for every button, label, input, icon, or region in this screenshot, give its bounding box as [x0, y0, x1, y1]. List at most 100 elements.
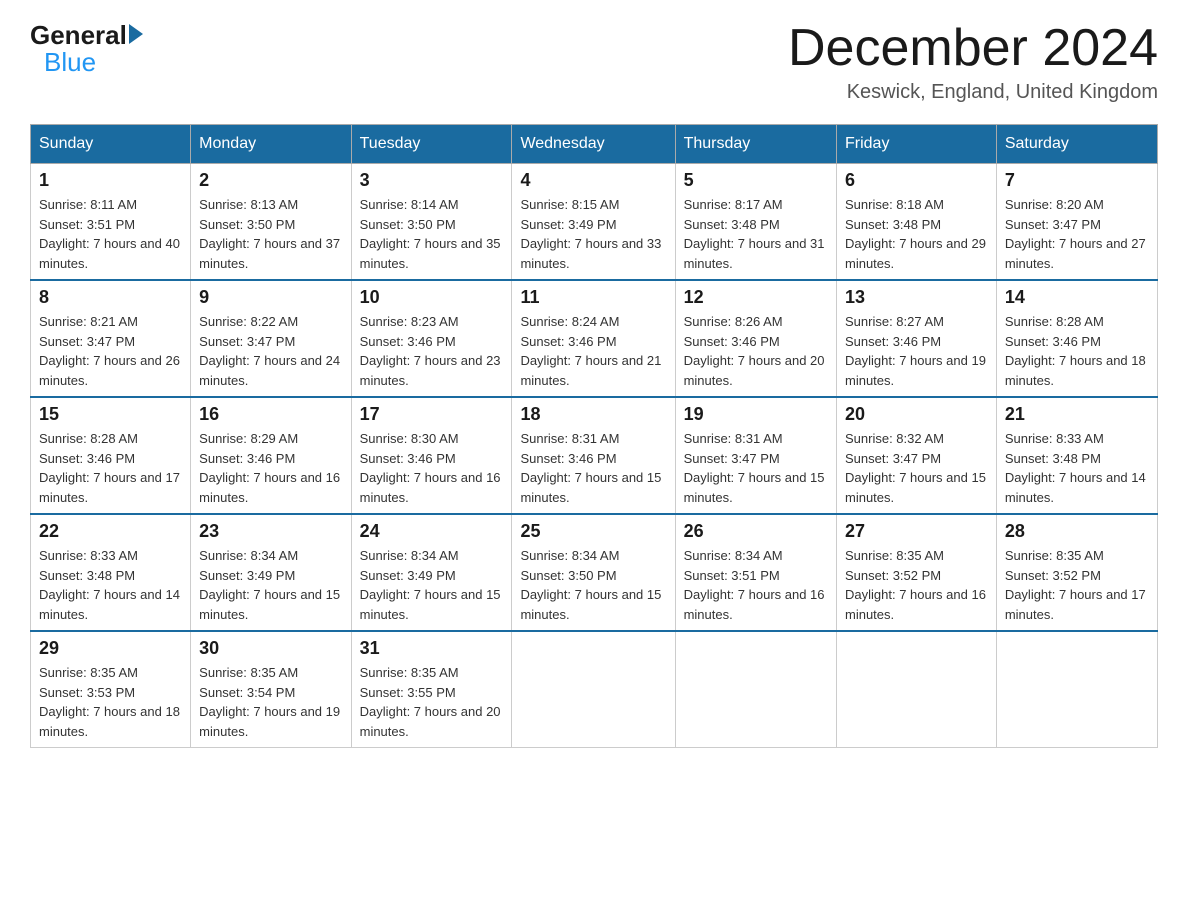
day-number: 31 [360, 638, 504, 659]
day-number: 14 [1005, 287, 1149, 308]
table-row: 23 Sunrise: 8:34 AMSunset: 3:49 PMDayligh… [191, 514, 351, 631]
day-info: Sunrise: 8:17 AMSunset: 3:48 PMDaylight:… [684, 195, 828, 273]
day-number: 4 [520, 170, 666, 191]
day-info: Sunrise: 8:35 AMSunset: 3:52 PMDaylight:… [1005, 546, 1149, 624]
day-number: 27 [845, 521, 988, 542]
table-row [996, 631, 1157, 748]
day-info: Sunrise: 8:30 AMSunset: 3:46 PMDaylight:… [360, 429, 504, 507]
header-wednesday: Wednesday [512, 125, 675, 164]
calendar-week-4: 22 Sunrise: 8:33 AMSunset: 3:48 PMDayligh… [31, 514, 1158, 631]
table-row: 11 Sunrise: 8:24 AMSunset: 3:46 PMDayligh… [512, 280, 675, 397]
table-row: 3 Sunrise: 8:14 AMSunset: 3:50 PMDaylight… [351, 164, 512, 281]
logo: General Blue [30, 20, 143, 78]
day-number: 19 [684, 404, 828, 425]
page-header: General Blue December 2024 Keswick, Engl… [30, 20, 1158, 104]
table-row: 6 Sunrise: 8:18 AMSunset: 3:48 PMDaylight… [837, 164, 997, 281]
day-info: Sunrise: 8:28 AMSunset: 3:46 PMDaylight:… [39, 429, 182, 507]
header-monday: Monday [191, 125, 351, 164]
day-info: Sunrise: 8:29 AMSunset: 3:46 PMDaylight:… [199, 429, 342, 507]
day-info: Sunrise: 8:34 AMSunset: 3:50 PMDaylight:… [520, 546, 666, 624]
day-info: Sunrise: 8:31 AMSunset: 3:47 PMDaylight:… [684, 429, 828, 507]
day-info: Sunrise: 8:35 AMSunset: 3:53 PMDaylight:… [39, 663, 182, 741]
day-info: Sunrise: 8:23 AMSunset: 3:46 PMDaylight:… [360, 312, 504, 390]
day-number: 18 [520, 404, 666, 425]
day-number: 11 [520, 287, 666, 308]
table-row: 28 Sunrise: 8:35 AMSunset: 3:52 PMDayligh… [996, 514, 1157, 631]
day-info: Sunrise: 8:15 AMSunset: 3:49 PMDaylight:… [520, 195, 666, 273]
day-info: Sunrise: 8:22 AMSunset: 3:47 PMDaylight:… [199, 312, 342, 390]
day-number: 22 [39, 521, 182, 542]
calendar-week-5: 29 Sunrise: 8:35 AMSunset: 3:53 PMDayligh… [31, 631, 1158, 748]
month-title: December 2024 [788, 20, 1158, 77]
day-number: 29 [39, 638, 182, 659]
day-number: 30 [199, 638, 342, 659]
days-header-row: Sunday Monday Tuesday Wednesday Thursday… [31, 125, 1158, 164]
table-row: 9 Sunrise: 8:22 AMSunset: 3:47 PMDaylight… [191, 280, 351, 397]
table-row: 29 Sunrise: 8:35 AMSunset: 3:53 PMDayligh… [31, 631, 191, 748]
table-row [837, 631, 997, 748]
day-info: Sunrise: 8:35 AMSunset: 3:54 PMDaylight:… [199, 663, 342, 741]
table-row: 31 Sunrise: 8:35 AMSunset: 3:55 PMDayligh… [351, 631, 512, 748]
day-info: Sunrise: 8:21 AMSunset: 3:47 PMDaylight:… [39, 312, 182, 390]
table-row: 8Sunrise: 8:21 AMSunset: 3:47 PMDaylight… [31, 280, 191, 397]
day-info: Sunrise: 8:34 AMSunset: 3:49 PMDaylight:… [360, 546, 504, 624]
day-info: Sunrise: 8:33 AMSunset: 3:48 PMDaylight:… [39, 546, 182, 624]
table-row: 2Sunrise: 8:13 AMSunset: 3:50 PMDaylight… [191, 164, 351, 281]
header-friday: Friday [837, 125, 997, 164]
table-row: 18Sunrise: 8:31 AMSunset: 3:46 PMDayligh… [512, 397, 675, 514]
day-info: Sunrise: 8:24 AMSunset: 3:46 PMDaylight:… [520, 312, 666, 390]
title-area: December 2024 Keswick, England, United K… [788, 20, 1158, 104]
day-info: Sunrise: 8:18 AMSunset: 3:48 PMDaylight:… [845, 195, 988, 273]
day-number: 6 [845, 170, 988, 191]
day-info: Sunrise: 8:27 AMSunset: 3:46 PMDaylight:… [845, 312, 988, 390]
day-info: Sunrise: 8:28 AMSunset: 3:46 PMDaylight:… [1005, 312, 1149, 390]
table-row [675, 631, 836, 748]
day-info: Sunrise: 8:35 AMSunset: 3:55 PMDaylight:… [360, 663, 504, 741]
day-number: 25 [520, 521, 666, 542]
table-row: 4 Sunrise: 8:15 AMSunset: 3:49 PMDaylight… [512, 164, 675, 281]
day-number: 17 [360, 404, 504, 425]
table-row: 17 Sunrise: 8:30 AMSunset: 3:46 PMDayligh… [351, 397, 512, 514]
day-info: Sunrise: 8:35 AMSunset: 3:52 PMDaylight:… [845, 546, 988, 624]
day-number: 13 [845, 287, 988, 308]
day-number: 16 [199, 404, 342, 425]
day-number: 28 [1005, 521, 1149, 542]
day-info: Sunrise: 8:34 AMSunset: 3:49 PMDaylight:… [199, 546, 342, 624]
logo-blue-text: Blue [44, 47, 96, 78]
table-row: 27 Sunrise: 8:35 AMSunset: 3:52 PMDayligh… [837, 514, 997, 631]
day-number: 23 [199, 521, 342, 542]
calendar-week-2: 8Sunrise: 8:21 AMSunset: 3:47 PMDaylight… [31, 280, 1158, 397]
table-row: 26Sunrise: 8:34 AMSunset: 3:51 PMDayligh… [675, 514, 836, 631]
day-info: Sunrise: 8:14 AMSunset: 3:50 PMDaylight:… [360, 195, 504, 273]
day-number: 26 [684, 521, 828, 542]
table-row: 22 Sunrise: 8:33 AMSunset: 3:48 PMDayligh… [31, 514, 191, 631]
table-row: 19 Sunrise: 8:31 AMSunset: 3:47 PMDayligh… [675, 397, 836, 514]
logo-arrow-icon [129, 24, 143, 44]
header-tuesday: Tuesday [351, 125, 512, 164]
table-row: 14 Sunrise: 8:28 AMSunset: 3:46 PMDayligh… [996, 280, 1157, 397]
day-number: 7 [1005, 170, 1149, 191]
day-number: 12 [684, 287, 828, 308]
table-row: 5 Sunrise: 8:17 AMSunset: 3:48 PMDaylight… [675, 164, 836, 281]
table-row: 21 Sunrise: 8:33 AMSunset: 3:48 PMDayligh… [996, 397, 1157, 514]
day-number: 5 [684, 170, 828, 191]
table-row: 16 Sunrise: 8:29 AMSunset: 3:46 PMDayligh… [191, 397, 351, 514]
day-info: Sunrise: 8:33 AMSunset: 3:48 PMDaylight:… [1005, 429, 1149, 507]
table-row: 10 Sunrise: 8:23 AMSunset: 3:46 PMDayligh… [351, 280, 512, 397]
day-number: 21 [1005, 404, 1149, 425]
table-row: 20Sunrise: 8:32 AMSunset: 3:47 PMDayligh… [837, 397, 997, 514]
table-row: 25 Sunrise: 8:34 AMSunset: 3:50 PMDayligh… [512, 514, 675, 631]
day-info: Sunrise: 8:26 AMSunset: 3:46 PMDaylight:… [684, 312, 828, 390]
table-row: 24 Sunrise: 8:34 AMSunset: 3:49 PMDayligh… [351, 514, 512, 631]
header-sunday: Sunday [31, 125, 191, 164]
day-number: 3 [360, 170, 504, 191]
day-number: 9 [199, 287, 342, 308]
header-saturday: Saturday [996, 125, 1157, 164]
header-thursday: Thursday [675, 125, 836, 164]
table-row: 13 Sunrise: 8:27 AMSunset: 3:46 PMDayligh… [837, 280, 997, 397]
day-number: 24 [360, 521, 504, 542]
calendar-week-1: 1Sunrise: 8:11 AMSunset: 3:51 PMDaylight… [31, 164, 1158, 281]
table-row: 12 Sunrise: 8:26 AMSunset: 3:46 PMDayligh… [675, 280, 836, 397]
day-number: 10 [360, 287, 504, 308]
day-number: 15 [39, 404, 182, 425]
